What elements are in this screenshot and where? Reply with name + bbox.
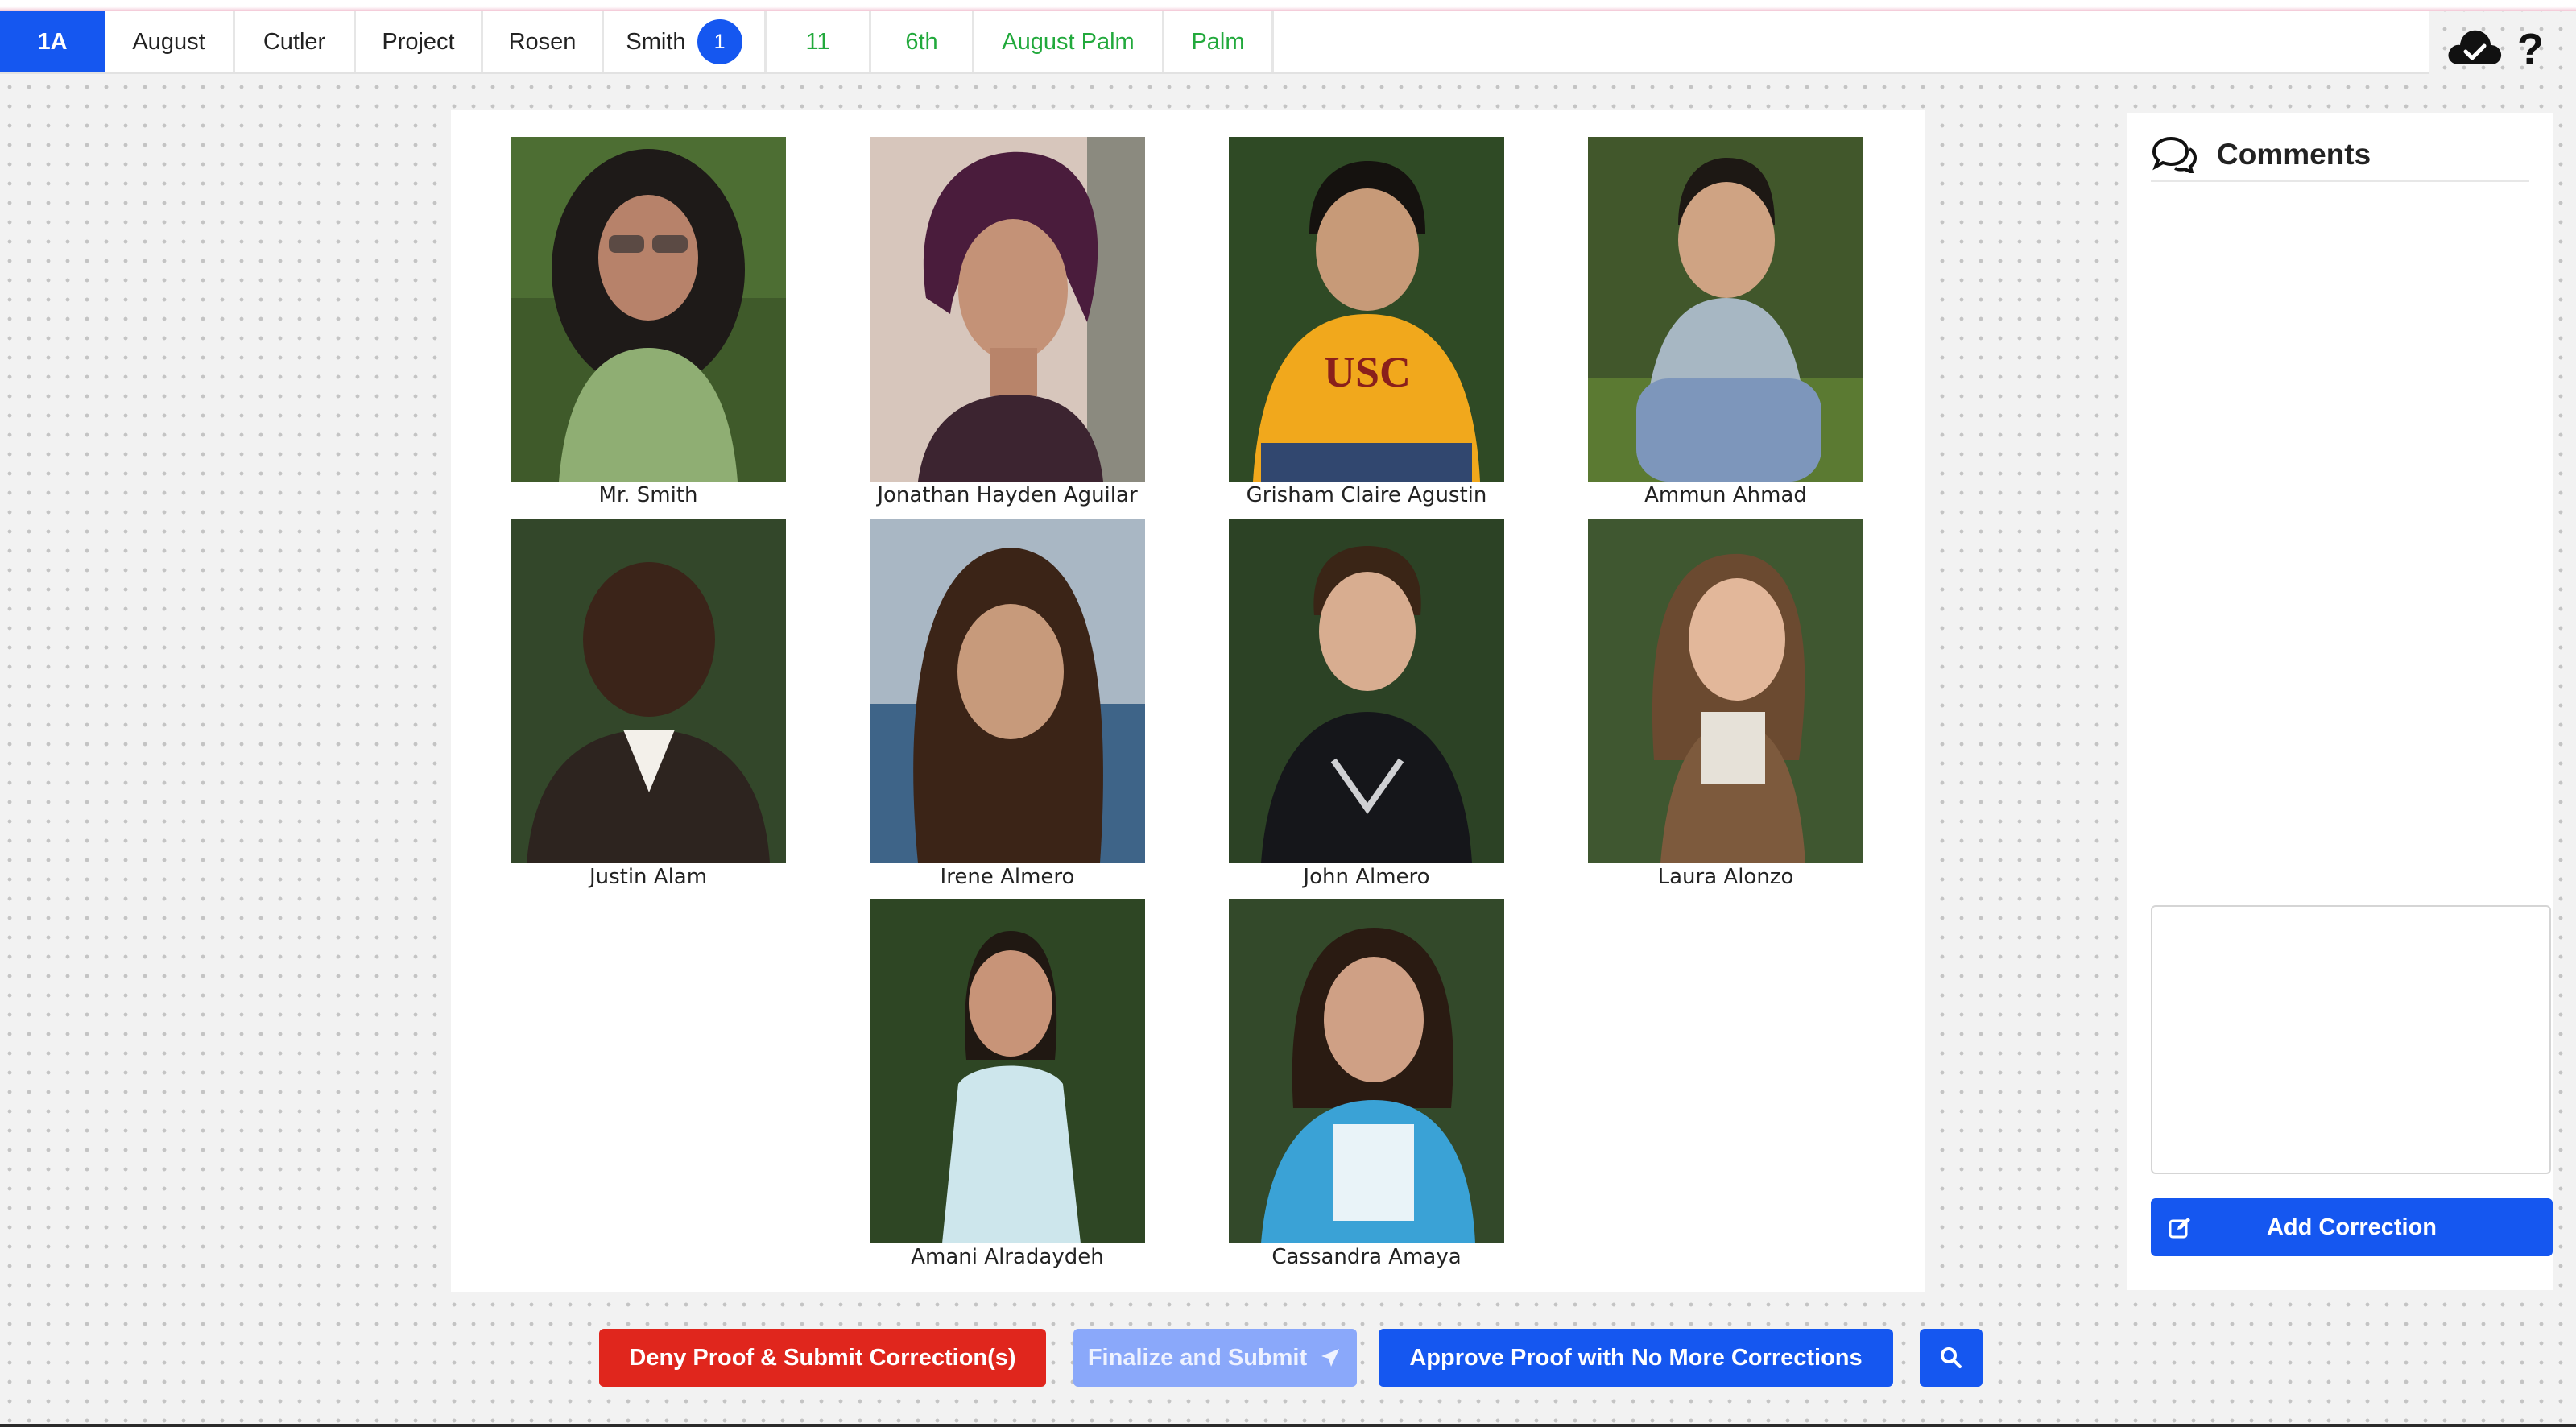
svg-text:USC: USC <box>1324 348 1411 396</box>
student-photo-card[interactable]: Amani Alradaydeh <box>870 899 1145 1269</box>
student-name: John Almero <box>1303 865 1430 889</box>
tab-label: Smith <box>626 28 686 55</box>
portrait-image <box>1588 519 1863 863</box>
deny-proof-label: Deny Proof & Submit Correction(s) <box>629 1344 1016 1371</box>
tab-palm[interactable]: Palm <box>1164 11 1274 72</box>
add-correction-label: Add Correction <box>2266 1214 2437 1240</box>
finalize-submit-label: Finalize and Submit <box>1087 1344 1308 1371</box>
deny-proof-button[interactable]: Deny Proof & Submit Correction(s) <box>599 1329 1046 1387</box>
class-tab-bar: 1A August Cutler Project Rosen Smith 1 11… <box>0 11 2429 74</box>
tab-label: August <box>132 28 205 55</box>
comment-input[interactable] <box>2151 905 2551 1174</box>
portrait-image <box>1229 899 1504 1243</box>
portrait-image <box>1588 137 1863 482</box>
student-photo-card[interactable]: Mr. Smith <box>511 137 786 507</box>
comments-title: Comments <box>2217 138 2371 171</box>
tab-label: Palm <box>1191 28 1245 55</box>
student-photo-card[interactable]: USC Grisham Claire Agustin <box>1229 137 1504 507</box>
tab-rosen[interactable]: Rosen <box>483 11 604 72</box>
student-name: Laura Alonzo <box>1657 865 1794 889</box>
student-name: Ammun Ahmad <box>1644 483 1807 507</box>
top-accent-line <box>0 0 2576 11</box>
tab-august[interactable]: August <box>105 11 235 72</box>
finalize-submit-button[interactable]: Finalize and Submit <box>1073 1329 1357 1387</box>
photo-grid-panel: Mr. Smith Jonathan Hayden Aguilar USC Gr… <box>451 110 1925 1292</box>
student-name: Grisham Claire Agustin <box>1246 483 1487 507</box>
comments-panel: Comments Add Correction <box>2127 113 2553 1290</box>
comments-header: Comments <box>2151 129 2529 182</box>
help-icon[interactable]: ? <box>2517 27 2544 71</box>
portrait-image <box>870 519 1145 863</box>
tab-project[interactable]: Project <box>356 11 483 72</box>
tab-label: Cutler <box>263 28 326 55</box>
student-name: Jonathan Hayden Aguilar <box>877 483 1138 507</box>
student-photo-card[interactable]: Irene Almero <box>870 519 1145 889</box>
student-name: Mr. Smith <box>598 483 698 507</box>
search-button[interactable] <box>1920 1329 1983 1387</box>
send-icon <box>1321 1349 1340 1367</box>
bottom-edge-line <box>0 1424 2576 1427</box>
student-name: Cassandra Amaya <box>1271 1245 1462 1269</box>
portrait-image <box>870 137 1145 482</box>
tab-label: August Palm <box>1002 28 1135 55</box>
portrait-image <box>511 519 786 863</box>
tab-label: Rosen <box>508 28 577 55</box>
student-photo-card[interactable]: Jonathan Hayden Aguilar <box>870 137 1145 507</box>
tab-6th[interactable]: 6th <box>871 11 974 72</box>
search-icon <box>1941 1347 1962 1368</box>
student-name: Amani Alradaydeh <box>911 1245 1104 1269</box>
approve-proof-label: Approve Proof with No More Corrections <box>1409 1344 1863 1371</box>
comments-icon <box>2152 136 2198 173</box>
tab-label: Project <box>382 28 455 55</box>
edit-icon <box>2169 1218 2190 1239</box>
tab-august-palm[interactable]: August Palm <box>974 11 1164 72</box>
tab-label: 6th <box>905 28 938 55</box>
cloud-check-icon[interactable] <box>2446 24 2503 69</box>
student-photo-card[interactable]: Justin Alam <box>511 519 786 889</box>
approve-proof-button[interactable]: Approve Proof with No More Corrections <box>1379 1329 1893 1387</box>
student-photo-card[interactable]: Ammun Ahmad <box>1588 137 1863 507</box>
portrait-image <box>511 137 786 482</box>
add-correction-button[interactable]: Add Correction <box>2151 1198 2553 1256</box>
tab-smith[interactable]: Smith 1 <box>604 11 767 72</box>
tab-1a[interactable]: 1A <box>0 11 105 72</box>
tab-label: 1A <box>37 28 68 55</box>
portrait-image <box>1229 519 1504 863</box>
student-name: Irene Almero <box>940 865 1075 889</box>
student-photo-card[interactable]: Laura Alonzo <box>1588 519 1863 889</box>
tab-cutler[interactable]: Cutler <box>235 11 356 72</box>
student-name: Justin Alam <box>589 865 708 889</box>
smith-count-badge: 1 <box>697 19 742 64</box>
tab-11[interactable]: 11 <box>767 11 871 72</box>
portrait-image <box>870 899 1145 1243</box>
student-photo-card[interactable]: Cassandra Amaya <box>1229 899 1504 1269</box>
student-photo-card[interactable]: John Almero <box>1229 519 1504 889</box>
tab-label: 11 <box>805 28 830 55</box>
portrait-image: USC <box>1229 137 1504 482</box>
